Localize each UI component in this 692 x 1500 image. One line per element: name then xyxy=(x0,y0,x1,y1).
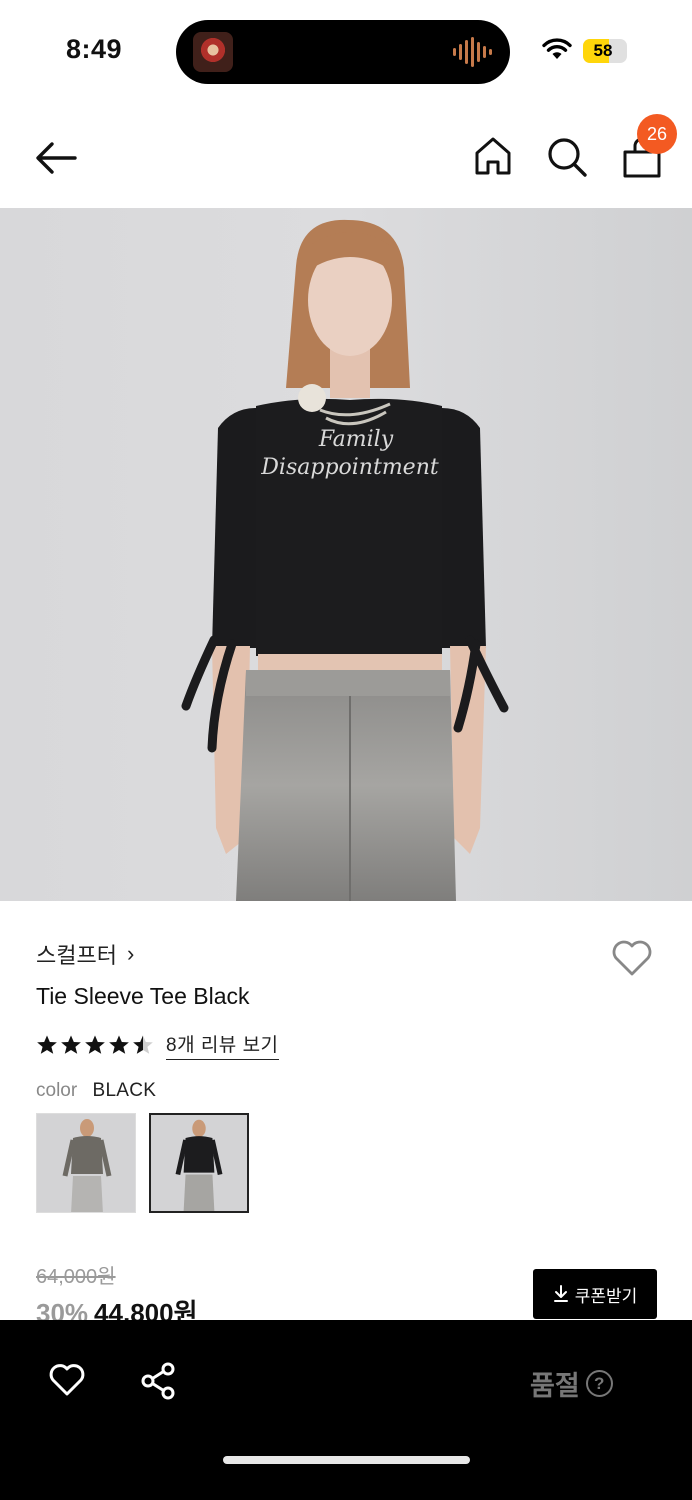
soldout-label: 품절 xyxy=(530,1371,580,1401)
search-icon[interactable] xyxy=(546,136,588,178)
rating-row: 8개 리뷰 보기 xyxy=(36,1030,279,1060)
review-link[interactable]: 8개 리뷰 보기 xyxy=(166,1030,279,1060)
color-label: color xyxy=(36,1080,78,1101)
star-icon xyxy=(85,1035,105,1054)
brand-link[interactable]: 스컬프터 › xyxy=(36,938,134,970)
product-hero-image[interactable]: Family Disappointment xyxy=(0,208,692,901)
model-photo: Family Disappointment xyxy=(0,208,692,901)
share-icon[interactable] xyxy=(140,1362,176,1400)
help-icon[interactable]: ? xyxy=(585,1370,613,1397)
download-icon xyxy=(553,1285,568,1302)
audio-waveform-icon xyxy=(453,37,492,67)
shirt-print-line2: Disappointment xyxy=(260,455,439,480)
status-bar: 8:49 58 xyxy=(0,0,692,100)
star-icon xyxy=(133,1035,153,1054)
top-navigation xyxy=(0,100,692,208)
now-playing-artwork xyxy=(193,32,233,72)
chevron-right-icon: › xyxy=(126,941,135,966)
soldout-status: 품절 ? xyxy=(530,1364,613,1403)
battery-percentage: 58 xyxy=(593,41,613,60)
coupon-label: 쿠폰받기 xyxy=(574,1286,638,1306)
home-indicator[interactable] xyxy=(223,1456,470,1464)
product-name: Tie Sleeve Tee Black xyxy=(36,983,250,1009)
star-icon xyxy=(37,1035,57,1054)
cart-count-badge[interactable]: 26 xyxy=(637,114,677,154)
color-option-gray[interactable] xyxy=(36,1113,136,1213)
bottom-action-bar: 품절 ? xyxy=(0,1320,692,1500)
back-arrow-icon[interactable] xyxy=(34,138,78,178)
star-icon xyxy=(61,1035,81,1054)
home-icon[interactable] xyxy=(474,136,512,176)
star-icon xyxy=(109,1035,129,1054)
dynamic-island[interactable] xyxy=(176,20,510,84)
brand-name: 스컬프터 xyxy=(36,943,117,968)
color-option-black[interactable] xyxy=(149,1113,249,1213)
original-price: 64,000원 xyxy=(36,1266,116,1288)
battery-indicator: 58 xyxy=(583,39,627,63)
shirt-print-line1: Family xyxy=(318,427,394,452)
wifi-icon xyxy=(542,38,572,59)
coupon-button[interactable]: 쿠폰받기 xyxy=(533,1269,657,1319)
like-heart-icon[interactable] xyxy=(48,1362,86,1398)
status-time: 8:49 xyxy=(66,34,123,64)
wishlist-heart-icon[interactable] xyxy=(610,938,654,978)
color-value: BLACK xyxy=(92,1080,157,1101)
color-selector-label: color BLACK xyxy=(36,1080,156,1102)
star-rating xyxy=(36,1034,154,1056)
